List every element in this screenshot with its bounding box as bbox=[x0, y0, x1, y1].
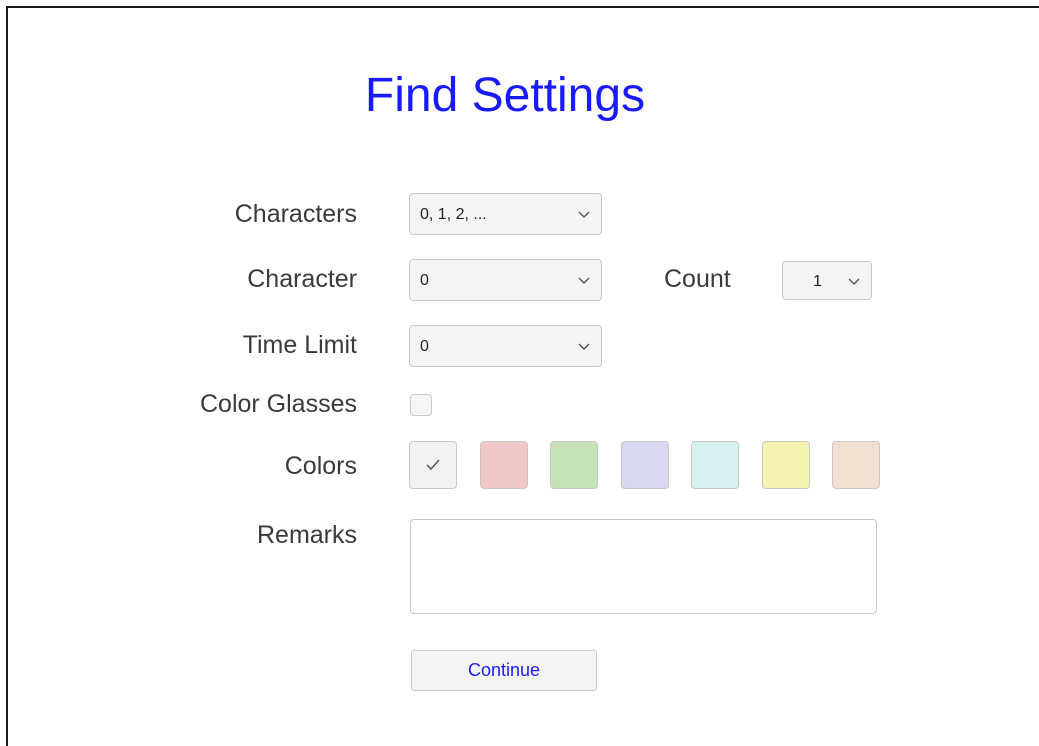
characters-label: Characters bbox=[234, 200, 357, 228]
time-limit-label: Time Limit bbox=[242, 331, 357, 359]
count-label: Count bbox=[664, 265, 731, 293]
count-select-value: 1 bbox=[813, 273, 822, 290]
color-swatch[interactable] bbox=[550, 441, 598, 489]
continue-button[interactable]: Continue bbox=[411, 650, 597, 691]
character-select[interactable]: 0 bbox=[409, 259, 602, 301]
page-title: Find Settings bbox=[364, 69, 646, 122]
color-swatch[interactable] bbox=[832, 441, 880, 489]
count-select[interactable]: 1 bbox=[782, 261, 872, 300]
time-limit-select[interactable]: 0 bbox=[409, 325, 602, 367]
time-limit-select-value: 0 bbox=[420, 338, 429, 355]
colors-label: Colors bbox=[284, 452, 357, 480]
characters-select-value: 0, 1, 2, ... bbox=[420, 206, 487, 223]
color-swatch[interactable] bbox=[621, 441, 669, 489]
check-icon bbox=[426, 459, 440, 471]
color-swatch[interactable] bbox=[691, 441, 739, 489]
character-label: Character bbox=[247, 265, 357, 293]
color-swatch[interactable] bbox=[480, 441, 528, 489]
chevron-down-icon bbox=[578, 277, 590, 284]
remarks-label: Remarks bbox=[256, 521, 357, 549]
chevron-down-icon bbox=[578, 343, 590, 350]
character-select-value: 0 bbox=[420, 272, 429, 289]
chevron-down-icon bbox=[848, 278, 860, 285]
color-glasses-label: Color Glasses bbox=[200, 390, 357, 418]
characters-select[interactable]: 0, 1, 2, ... bbox=[409, 193, 602, 235]
chevron-down-icon bbox=[578, 211, 590, 218]
color-swatch[interactable] bbox=[409, 441, 457, 489]
remarks-textarea[interactable] bbox=[410, 519, 877, 614]
color-glasses-checkbox[interactable] bbox=[410, 394, 432, 416]
color-swatch[interactable] bbox=[762, 441, 810, 489]
